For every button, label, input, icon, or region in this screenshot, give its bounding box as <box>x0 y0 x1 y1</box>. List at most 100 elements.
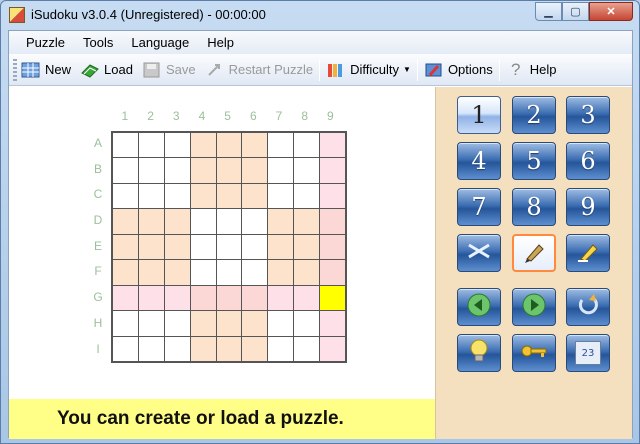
sudoku-cell[interactable] <box>320 260 345 285</box>
sudoku-cell[interactable] <box>294 285 320 311</box>
sudoku-cell[interactable] <box>138 158 164 183</box>
number-button-6[interactable]: 6 <box>566 142 610 180</box>
sudoku-cell[interactable] <box>242 311 268 336</box>
sudoku-cell[interactable] <box>138 311 164 336</box>
restart-puzzle-button[interactable]: Restart Puzzle <box>205 61 313 79</box>
save-button[interactable]: Save <box>142 61 196 79</box>
sudoku-cell[interactable] <box>190 234 216 260</box>
sudoku-cell[interactable] <box>190 260 216 285</box>
sudoku-cell[interactable] <box>268 311 294 336</box>
sudoku-cell[interactable] <box>113 183 138 209</box>
sudoku-cell[interactable] <box>113 260 138 285</box>
menu-tools[interactable]: Tools <box>74 35 122 50</box>
sudoku-cell[interactable] <box>113 158 138 183</box>
number-button-9[interactable]: 9 <box>566 188 610 226</box>
sudoku-cell[interactable] <box>294 336 320 361</box>
sudoku-cell[interactable] <box>138 133 164 158</box>
sudoku-cell[interactable] <box>113 234 138 260</box>
sudoku-cell[interactable] <box>164 183 190 209</box>
pen-mode-button[interactable] <box>512 234 556 272</box>
sudoku-cell[interactable] <box>268 183 294 209</box>
sudoku-cell[interactable] <box>320 336 345 361</box>
options-button[interactable]: Options <box>424 61 493 79</box>
sudoku-cell[interactable] <box>294 183 320 209</box>
sudoku-cell[interactable] <box>138 234 164 260</box>
sudoku-cell[interactable] <box>268 158 294 183</box>
sudoku-cell[interactable] <box>294 158 320 183</box>
sudoku-cell[interactable] <box>164 158 190 183</box>
sudoku-cell[interactable] <box>294 234 320 260</box>
hint-button[interactable] <box>457 334 501 372</box>
sudoku-cell[interactable] <box>138 260 164 285</box>
sudoku-cell[interactable] <box>268 260 294 285</box>
reset-button[interactable] <box>566 288 610 326</box>
sudoku-cell[interactable] <box>190 285 216 311</box>
sudoku-cell[interactable] <box>216 311 242 336</box>
sudoku-cell[interactable] <box>216 336 242 361</box>
sudoku-cell[interactable] <box>242 209 268 234</box>
sudoku-cell[interactable] <box>216 183 242 209</box>
sudoku-cell[interactable] <box>113 311 138 336</box>
sudoku-cell[interactable] <box>216 133 242 158</box>
sudoku-cell[interactable] <box>164 336 190 361</box>
undo-button[interactable] <box>457 288 501 326</box>
sudoku-cell[interactable] <box>294 133 320 158</box>
sudoku-cell[interactable] <box>242 234 268 260</box>
sudoku-cell[interactable] <box>216 234 242 260</box>
number-button-8[interactable]: 8 <box>512 188 556 226</box>
sudoku-cell[interactable] <box>216 285 242 311</box>
sudoku-cell[interactable] <box>320 133 345 158</box>
sudoku-cell[interactable] <box>320 158 345 183</box>
redo-button[interactable] <box>512 288 556 326</box>
minimize-button[interactable]: ▁ <box>535 2 562 21</box>
close-button[interactable]: ✕ <box>589 2 633 21</box>
sudoku-cell[interactable] <box>164 311 190 336</box>
sudoku-cell[interactable] <box>242 133 268 158</box>
sudoku-cell[interactable] <box>164 260 190 285</box>
sudoku-cell[interactable] <box>242 183 268 209</box>
sudoku-cell[interactable] <box>320 183 345 209</box>
sudoku-cell[interactable] <box>164 133 190 158</box>
sudoku-cell[interactable] <box>190 158 216 183</box>
sudoku-cell[interactable] <box>113 133 138 158</box>
sudoku-cell[interactable] <box>113 285 138 311</box>
candidates-button[interactable]: 23 <box>566 334 610 372</box>
sudoku-cell[interactable] <box>138 336 164 361</box>
sudoku-cell[interactable] <box>242 158 268 183</box>
number-button-2[interactable]: 2 <box>512 96 556 134</box>
sudoku-cell[interactable] <box>216 158 242 183</box>
help-button[interactable]: ? Help <box>506 60 556 79</box>
sudoku-cell[interactable] <box>320 234 345 260</box>
sudoku-cell[interactable] <box>320 311 345 336</box>
sudoku-cell[interactable] <box>190 183 216 209</box>
sudoku-cell[interactable] <box>242 285 268 311</box>
sudoku-cell[interactable] <box>138 285 164 311</box>
sudoku-cell[interactable] <box>242 260 268 285</box>
sudoku-cell[interactable] <box>242 336 268 361</box>
sudoku-cell[interactable] <box>138 183 164 209</box>
menu-puzzle[interactable]: Puzzle <box>17 35 74 50</box>
maximize-button[interactable]: ▢ <box>562 2 589 21</box>
difficulty-dropdown[interactable]: Difficulty ▼ <box>326 61 411 79</box>
sudoku-cell[interactable] <box>164 234 190 260</box>
toolbar-grip[interactable] <box>13 58 17 81</box>
sudoku-cell[interactable] <box>190 336 216 361</box>
sudoku-cell[interactable] <box>294 260 320 285</box>
number-button-1[interactable]: 1 <box>457 96 501 134</box>
number-button-4[interactable]: 4 <box>457 142 501 180</box>
menu-language[interactable]: Language <box>122 35 198 50</box>
number-button-7[interactable]: 7 <box>457 188 501 226</box>
sudoku-cell[interactable] <box>268 209 294 234</box>
menu-help[interactable]: Help <box>198 35 243 50</box>
sudoku-cell[interactable] <box>190 133 216 158</box>
sudoku-cell[interactable] <box>190 209 216 234</box>
sudoku-cell[interactable] <box>268 234 294 260</box>
sudoku-cell[interactable] <box>113 336 138 361</box>
sudoku-cell[interactable] <box>164 209 190 234</box>
number-button-3[interactable]: 3 <box>566 96 610 134</box>
erase-button[interactable] <box>457 234 501 272</box>
sudoku-cell[interactable] <box>320 285 345 311</box>
sudoku-cell[interactable] <box>294 311 320 336</box>
solve-key-button[interactable] <box>512 334 556 372</box>
sudoku-grid[interactable] <box>111 131 347 363</box>
